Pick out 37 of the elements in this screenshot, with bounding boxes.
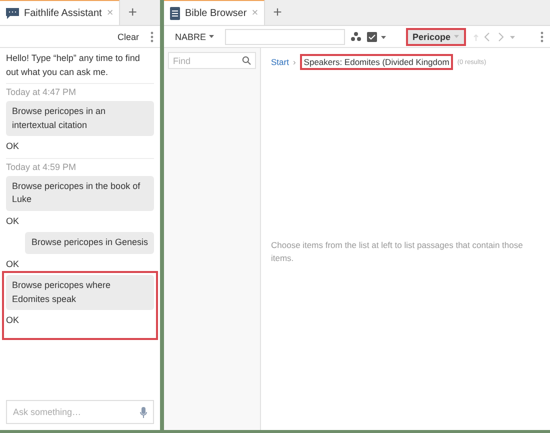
pericope-dropdown[interactable]: Pericope bbox=[406, 28, 466, 46]
empty-message: Choose items from the list at left to list passages that contain those items. bbox=[271, 239, 524, 265]
assistant-message: OK bbox=[6, 258, 20, 270]
ask-field[interactable]: Ask something… bbox=[13, 401, 140, 423]
bible-browser-tab[interactable]: Bible Browser × bbox=[164, 0, 266, 25]
timestamp: Today at 4:59 PM bbox=[6, 158, 154, 172]
assistant-message: Hello! Type “help” any time to find out what you can ask me. bbox=[6, 52, 141, 79]
search-field[interactable] bbox=[225, 28, 346, 44]
search-icon[interactable] bbox=[242, 56, 251, 65]
user-message: Browse pericopes in the book of Luke bbox=[6, 176, 154, 210]
version-dropdown[interactable]: NABRE bbox=[170, 30, 220, 44]
new-tab-button[interactable]: + bbox=[120, 0, 146, 25]
caret-icon bbox=[454, 35, 459, 38]
more-icon[interactable] bbox=[150, 30, 154, 42]
assistant-tab[interactable]: Faithlife Assistant × bbox=[0, 0, 120, 25]
find-field[interactable]: Find bbox=[173, 53, 242, 68]
caret-icon bbox=[209, 35, 214, 38]
breadcrumb-separator: › bbox=[292, 57, 296, 67]
book-icon bbox=[170, 6, 180, 20]
microphone-icon[interactable] bbox=[140, 406, 147, 418]
find-box[interactable]: Find bbox=[168, 52, 256, 69]
checkbox-dropdown-icon[interactable] bbox=[367, 32, 388, 42]
user-message: Browse pericopes where Edomites speak bbox=[6, 275, 154, 310]
user-message: Browse pericopes in Genesis bbox=[25, 232, 154, 254]
assistant-message: OK bbox=[6, 140, 20, 153]
clear-button[interactable]: Clear bbox=[112, 30, 144, 44]
ask-box[interactable]: Ask something… bbox=[6, 400, 154, 424]
cluster-icon[interactable] bbox=[351, 32, 362, 41]
start-link[interactable]: Start bbox=[271, 57, 289, 67]
assistant-message: OK bbox=[6, 314, 20, 327]
more-icon[interactable] bbox=[540, 30, 544, 42]
breadcrumb-current: Speakers: Edomites (Divided Kingdom bbox=[300, 54, 454, 70]
new-tab-button[interactable]: + bbox=[265, 0, 290, 25]
user-message: Browse pericopes in an intertextual citation bbox=[6, 101, 154, 136]
chat-icon bbox=[6, 7, 19, 19]
timestamp: Today at 4:47 PM bbox=[6, 83, 154, 97]
assistant-message: OK bbox=[6, 214, 20, 228]
